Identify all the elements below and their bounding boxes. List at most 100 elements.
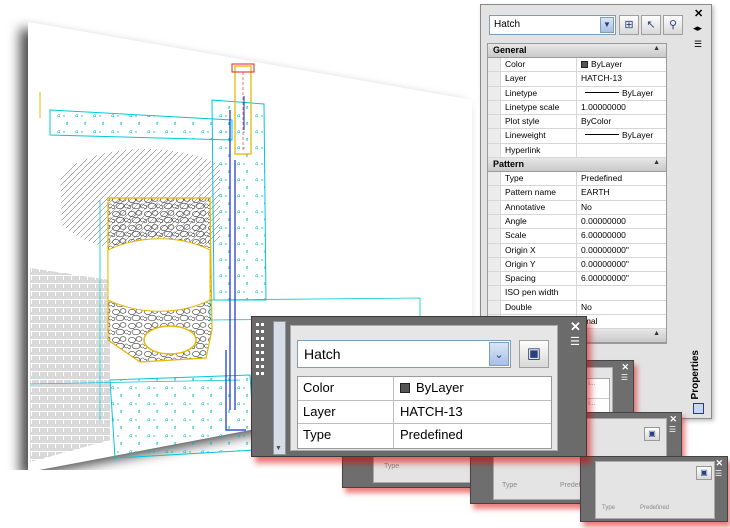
property-row-lineweight[interactable]: Lineweight ByLayer <box>488 129 666 144</box>
palette-title-bar[interactable]: ✕ ◂▸ ☰ Properties <box>687 5 712 418</box>
close-icon[interactable]: ✕ <box>570 319 581 335</box>
panel-menu-icon[interactable]: ☰ <box>570 335 580 348</box>
quick-properties-grid: Color ByLayer Layer HATCH-13 Type Predef… <box>297 376 552 449</box>
property-row-type[interactable]: Type Predefined <box>488 172 666 187</box>
qp-row-color[interactable]: Color ByLayer <box>298 377 551 401</box>
property-label: Hyperlink <box>500 143 577 158</box>
property-value[interactable]: HATCH-13 <box>394 401 551 424</box>
property-label: Layer <box>500 72 577 86</box>
auto-hide-icon[interactable]: ◂▸ <box>693 23 702 34</box>
ghost-button: ▣ <box>644 427 660 441</box>
property-row-linetype-scale[interactable]: Linetype scale 1.00000000 <box>488 100 666 116</box>
property-value[interactable]: 0.00000000" <box>578 244 666 257</box>
property-row-hyperlink[interactable]: Hyperlink <box>488 143 666 159</box>
chevron-down-icon[interactable]: ⌄ <box>489 342 509 366</box>
property-value[interactable]: rmal <box>578 315 666 328</box>
category-pattern[interactable]: Pattern ▲ <box>488 158 666 173</box>
properties-menu-icon[interactable]: ☰ <box>694 39 702 50</box>
property-row-origin-x[interactable]: Origin X 0.00000000" <box>488 243 666 258</box>
property-row-double[interactable]: Double No <box>488 300 666 316</box>
customize-icon: ▣ <box>526 345 542 362</box>
collapse-icon[interactable]: ▲ <box>653 45 660 52</box>
lineweight-sample-icon <box>585 134 619 136</box>
property-value[interactable]: 0.00000000 <box>578 215 666 228</box>
row-gutter <box>488 243 500 257</box>
collapse-icon[interactable]: ▲ <box>653 330 660 337</box>
property-row-iso-pen-width[interactable]: ISO pen width <box>488 286 666 301</box>
ghost-button: ▣ <box>696 466 712 480</box>
close-icon[interactable]: ✕ <box>694 7 703 20</box>
property-row-scale[interactable]: Scale 6.00000000 <box>488 229 666 244</box>
property-row-linetype[interactable]: Linetype ByLayer <box>488 86 666 101</box>
property-value[interactable]: ByColor <box>578 115 666 128</box>
property-row-layer[interactable]: Layer HATCH-13 <box>488 72 666 87</box>
property-value[interactable]: HATCH-13 <box>578 72 666 85</box>
vertical-scrollbar[interactable]: ▼ <box>273 321 286 455</box>
property-value[interactable]: ByLayer <box>578 87 666 100</box>
property-label: Pattern name <box>500 186 577 200</box>
chevron-down-icon[interactable]: ▼ <box>600 17 614 33</box>
property-label: Double <box>500 300 577 315</box>
quick-properties-panel[interactable]: ▼ Hatch ⌄ ▣ Color ByLayer Layer HATCH-13… <box>251 316 587 457</box>
property-value[interactable]: ByLayer <box>578 129 666 142</box>
property-value-text: ByLayer <box>622 87 654 98</box>
object-type-value: Hatch <box>304 346 341 362</box>
quick-select-button[interactable]: ↖ <box>641 15 661 35</box>
property-value-text: ByLayer <box>416 380 464 395</box>
close-icon: ✕ <box>621 362 629 372</box>
scroll-down-icon[interactable]: ▼ <box>275 445 282 452</box>
property-label: Type <box>298 424 394 448</box>
row-gutter <box>488 86 500 100</box>
select-objects-icon: ⊞ <box>624 19 634 31</box>
property-value[interactable]: Predefined <box>578 172 666 185</box>
property-label: Color <box>298 377 394 400</box>
select-objects-button[interactable]: ⊞ <box>619 15 639 35</box>
toggle-pickadd-button[interactable]: ⚲ <box>663 15 683 35</box>
property-value[interactable]: ByLayer <box>578 58 666 71</box>
qp-row-type[interactable]: Type Predefined <box>298 424 551 448</box>
property-value[interactable] <box>578 144 666 157</box>
object-type-combo[interactable]: Hatch ⌄ <box>297 340 511 368</box>
property-value[interactable]: 6.00000000 <box>578 229 666 242</box>
drag-grip-handle[interactable] <box>255 321 267 375</box>
property-row-spacing[interactable]: Spacing 6.00000000" <box>488 272 666 287</box>
category-general[interactable]: General ▲ <box>488 44 666 58</box>
property-value[interactable]: ByLayer <box>394 377 551 400</box>
property-row-plot-style[interactable]: Plot style ByColor <box>488 115 666 130</box>
property-row-angle[interactable]: Angle 0.00000000 <box>488 214 666 230</box>
property-row-origin-y[interactable]: Origin Y 0.00000000" <box>488 257 666 273</box>
property-label: Angle <box>500 214 577 229</box>
property-label: Color <box>500 58 577 72</box>
qp-row-layer[interactable]: Layer HATCH-13 <box>298 400 551 424</box>
row-gutter <box>488 186 500 200</box>
customize-button[interactable]: ▣ <box>519 340 549 368</box>
property-value[interactable]: EARTH <box>578 186 666 199</box>
property-row-color[interactable]: Color ByLayer <box>488 58 666 73</box>
property-row-annotative[interactable]: Annotative No <box>488 200 666 215</box>
category-title: Pattern <box>493 159 525 170</box>
ghost-label: Type <box>502 482 518 489</box>
object-type-value: Hatch <box>494 19 521 30</box>
ghost-value: Predefined <box>640 505 670 511</box>
property-value[interactable]: 1.00000000 <box>578 101 666 114</box>
property-label: Origin Y <box>500 257 577 272</box>
object-type-combo[interactable]: Hatch ▼ <box>489 15 616 35</box>
property-label: Lineweight <box>500 129 577 143</box>
property-label: Type <box>500 172 577 186</box>
row-gutter <box>488 143 500 158</box>
property-value[interactable]: No <box>578 301 666 314</box>
property-value[interactable]: Predefined <box>394 424 551 448</box>
row-gutter <box>488 172 500 186</box>
property-value[interactable]: No <box>578 201 666 214</box>
toggle-pickadd-icon: ⚲ <box>668 19 678 31</box>
close-icon: ✕ <box>715 458 723 468</box>
property-row-pattern-name[interactable]: Pattern name EARTH <box>488 186 666 201</box>
close-icon: ✕ <box>669 414 677 424</box>
panel-title-bar[interactable]: ✕ ☰ <box>564 317 588 456</box>
property-value[interactable]: 6.00000000" <box>578 272 666 285</box>
property-value[interactable]: 0.00000000" <box>578 258 666 271</box>
property-value[interactable] <box>578 286 666 299</box>
row-gutter <box>488 272 500 286</box>
collapse-icon[interactable]: ▲ <box>653 159 660 166</box>
property-value-text: ByLayer <box>591 59 623 69</box>
